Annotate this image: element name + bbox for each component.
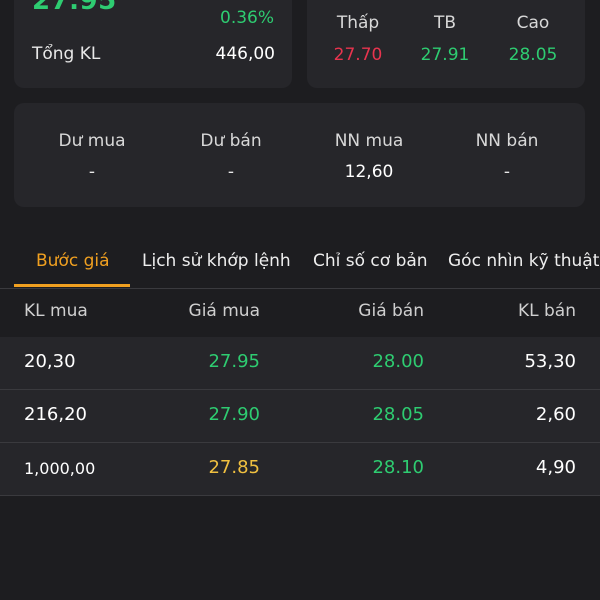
table-row: 216,20 27.90 28.05 2,60 (0, 390, 600, 443)
foreign-sell: NN bán - (442, 128, 572, 186)
stat-low: Thấp 27.70 (318, 10, 398, 70)
bid-volume: 1,000,00 (24, 459, 96, 478)
current-price: 27.95 (32, 0, 117, 16)
total-volume-value: 446,00 (215, 44, 275, 64)
stat-high-value: 28.05 (508, 45, 558, 65)
ask-volume: 53,30 (524, 351, 576, 372)
foreign-sell-value: - (503, 162, 511, 182)
active-tab-indicator (14, 284, 130, 287)
ask-price: 28.00 (372, 351, 424, 372)
stat-average-label: TB (433, 13, 457, 33)
table-row: 1,000,00 27.85 28.10 4,90 (0, 443, 600, 496)
tab-technical-view[interactable]: Góc nhìn kỹ thuật (448, 246, 599, 276)
ask-surplus-label: Dư bán (200, 131, 262, 151)
foreign-buy-label: NN mua (334, 131, 404, 151)
ask-surplus-value: - (227, 162, 235, 182)
order-book-header: KL mua Giá mua Giá bán KL bán (0, 289, 600, 337)
bid-surplus: Dư mua - (27, 128, 157, 186)
ask-price: 28.10 (372, 457, 424, 478)
header-bid-volume: KL mua (24, 301, 88, 321)
header-bid-price: Giá mua (188, 301, 260, 321)
bid-surplus-value: - (88, 162, 96, 182)
bid-price: 27.90 (208, 404, 260, 425)
stat-average-value: 27.91 (420, 45, 470, 65)
change-percent: 0.36% (220, 8, 275, 28)
stat-high: Cao 28.05 (493, 10, 573, 70)
tab-fundamentals[interactable]: Chỉ số cơ bản (313, 246, 428, 276)
table-row: 20,30 27.95 28.00 53,30 (0, 337, 600, 390)
stat-low-label: Thấp (336, 13, 380, 33)
total-volume-label: Tổng KL (32, 44, 101, 64)
ask-price: 28.05 (372, 404, 424, 425)
stat-low-value: 27.70 (333, 45, 383, 65)
header-ask-volume: KL bán (517, 301, 576, 321)
bid-volume: 20,30 (24, 351, 76, 372)
stat-high-label: Cao (516, 13, 550, 33)
bid-surplus-label: Dư mua (58, 131, 126, 151)
stock-detail-page: 27.95 0.36% Tổng KL 446,00 Thấp 27.70 TB… (0, 0, 600, 600)
foreign-buy: NN mua 12,60 (304, 128, 434, 186)
stat-average: TB 27.91 (405, 10, 485, 70)
detail-tabs: Bước giá Lịch sử khớp lệnh Chỉ số cơ bản… (0, 236, 600, 289)
ask-volume: 4,90 (535, 457, 576, 478)
header-ask-price: Giá bán (358, 301, 424, 321)
foreign-buy-value: 12,60 (344, 162, 394, 182)
bid-price: 27.85 (208, 457, 260, 478)
ask-surplus: Dư bán - (166, 128, 296, 186)
bid-volume: 216,20 (24, 404, 87, 425)
tab-match-history[interactable]: Lịch sử khớp lệnh (142, 246, 291, 276)
tab-price-steps[interactable]: Bước giá (36, 246, 110, 276)
foreign-sell-label: NN bán (475, 131, 539, 151)
ask-volume: 2,60 (535, 404, 576, 425)
bid-price: 27.95 (208, 351, 260, 372)
